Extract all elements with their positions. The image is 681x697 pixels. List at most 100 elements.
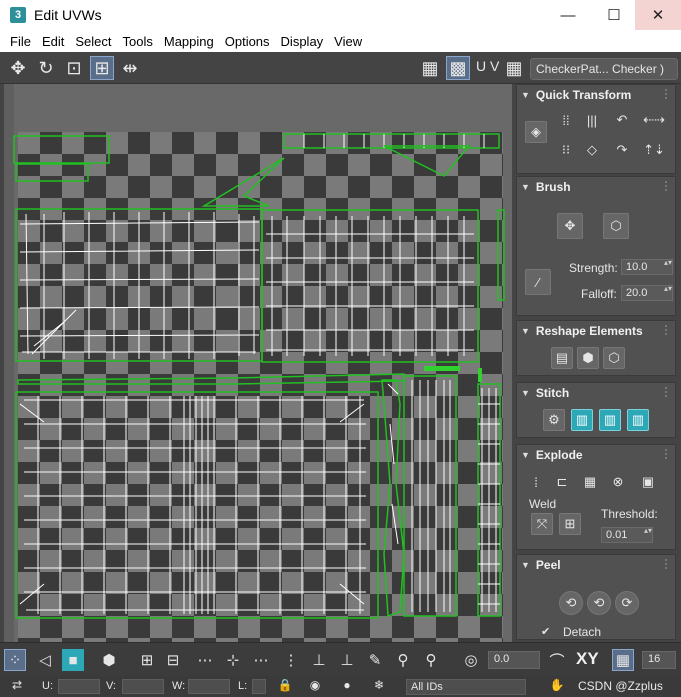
stitch-to-source-icon[interactable]: ▥: [571, 409, 593, 431]
loop-icon[interactable]: ⋮: [280, 649, 302, 671]
align-center-icon[interactable]: ◈: [525, 121, 547, 143]
mirror-icon[interactable]: ⇹: [118, 56, 142, 80]
space-vertical-arrows-icon[interactable]: ⇡⇣: [643, 139, 665, 161]
angle-field[interactable]: 0.0: [488, 651, 540, 669]
absolute-offset-icon[interactable]: ⇄: [8, 676, 26, 694]
lock-icon[interactable]: 🔒: [276, 676, 294, 694]
strength-spinner[interactable]: 10.0: [621, 259, 673, 275]
checker-grid-icon[interactable]: ▦: [418, 56, 442, 80]
freeform-mode-icon[interactable]: ⊞: [90, 56, 114, 80]
uv-island-top-left[interactable]: [13, 135, 110, 164]
menu-view[interactable]: View: [334, 34, 362, 49]
menu-tools[interactable]: Tools: [123, 34, 153, 49]
quick-peel-icon[interactable]: ⟲: [559, 591, 583, 615]
paint-select-grow-icon[interactable]: ⚲: [392, 649, 414, 671]
pan-hand-icon[interactable]: ✋: [548, 676, 566, 694]
grow-selection-icon[interactable]: ⊞: [136, 649, 158, 671]
rotate-icon[interactable]: ↻: [34, 56, 58, 80]
relax-until-flat-icon[interactable]: ⬡: [603, 347, 625, 369]
menu-select[interactable]: Select: [75, 34, 111, 49]
show-map-icon[interactable]: ▩: [446, 56, 470, 80]
element-select-icon[interactable]: ⬢: [98, 649, 120, 671]
flatten-by-material-icon[interactable]: ⊗: [607, 471, 629, 493]
stitch-custom-icon[interactable]: ⚙: [543, 409, 565, 431]
align-to-edge-icon[interactable]: ◇: [581, 139, 603, 161]
u-field[interactable]: [58, 679, 100, 694]
uv-island-sliver[interactable]: [201, 157, 285, 207]
flatten-by-smoothing-icon[interactable]: ▦: [579, 471, 601, 493]
uv-island-vertical-curve[interactable]: [381, 379, 405, 618]
uv-island-long-sliver[interactable]: [17, 373, 405, 385]
explode-header[interactable]: ▼ Explode: [517, 445, 675, 465]
stitch-to-target-icon[interactable]: ▥: [627, 409, 649, 431]
brush-line-icon[interactable]: ∕: [525, 269, 551, 295]
uv-island-triangle[interactable]: [383, 145, 471, 177]
align-vertical-icon[interactable]: ⁝⁝: [555, 139, 577, 161]
scale-icon[interactable]: ⊡: [62, 56, 86, 80]
reshape-header[interactable]: ▼ Reshape Elements: [517, 321, 675, 341]
uv-island-small-tick[interactable]: [478, 368, 482, 382]
relax-icon[interactable]: ⬢: [577, 347, 599, 369]
menu-file[interactable]: File: [10, 34, 31, 49]
straighten-icon[interactable]: ▤: [551, 347, 573, 369]
uv-viewport[interactable]: [4, 84, 512, 642]
space-horizontal-icon[interactable]: ⇠⇢: [643, 109, 665, 131]
ring-grow-icon[interactable]: ⊹: [222, 649, 244, 671]
uv-axis-label[interactable]: U V: [476, 58, 499, 74]
vertex-select-icon[interactable]: ⁘: [4, 649, 26, 671]
l-checkbox[interactable]: [252, 679, 266, 694]
ids-select[interactable]: All IDs: [406, 679, 526, 695]
detach-edge-icon[interactable]: ⊏: [551, 471, 573, 493]
map-settings-icon[interactable]: ▦: [502, 56, 526, 80]
face-select-icon[interactable]: ■: [62, 649, 84, 671]
menu-edit[interactable]: Edit: [42, 34, 64, 49]
hide-icon[interactable]: ◉: [306, 676, 324, 694]
detach-checkbox[interactable]: ✔: [541, 625, 550, 638]
soft-select-icon[interactable]: ◎: [460, 649, 482, 671]
relax-brush-icon[interactable]: ⬡: [603, 213, 629, 239]
shrink-selection-icon[interactable]: ⊟: [162, 649, 184, 671]
brush-header[interactable]: ▼ Brush: [517, 177, 675, 197]
grid-size-field[interactable]: 16: [642, 651, 676, 669]
curve-icon[interactable]: ⌒: [546, 649, 568, 671]
break-icon[interactable]: ⁞: [525, 471, 547, 493]
threshold-spinner[interactable]: 0.01: [601, 527, 653, 543]
show-all-icon[interactable]: ●: [338, 676, 356, 694]
peel-header[interactable]: ▼ Peel: [517, 555, 675, 575]
weld-selected-icon[interactable]: ⤧: [531, 513, 553, 535]
close-button[interactable]: ✕: [635, 0, 681, 30]
move-icon[interactable]: ✥: [6, 56, 30, 80]
w-field[interactable]: [188, 679, 230, 694]
stitch-header[interactable]: ▼ Stitch: [517, 383, 675, 403]
paint-select-shrink-icon[interactable]: ⚲: [420, 649, 442, 671]
falloff-spinner[interactable]: 20.0: [621, 285, 673, 301]
loop-shrink-icon[interactable]: ⊥: [336, 649, 358, 671]
minimize-button[interactable]: —: [545, 0, 591, 30]
peel-mode-icon[interactable]: ⟲: [587, 591, 611, 615]
v-field[interactable]: [122, 679, 164, 694]
texture-select[interactable]: CheckerPat... Checker ): [530, 58, 678, 80]
freeze-icon[interactable]: ❄: [370, 676, 388, 694]
rotate-ccw-icon[interactable]: ↶: [611, 109, 633, 131]
reset-peel-icon[interactable]: ⟳: [615, 591, 639, 615]
paint-select-icon[interactable]: ✎: [364, 649, 386, 671]
uv-island-upper-right[interactable]: [261, 209, 479, 363]
stitch-average-icon[interactable]: ▥: [599, 409, 621, 431]
uv-island-small-bar[interactable]: [424, 366, 460, 371]
uv-islands[interactable]: [4, 84, 512, 642]
flatten-icon[interactable]: ▣: [637, 471, 659, 493]
maximize-button[interactable]: ☐: [591, 0, 637, 30]
edge-select-icon[interactable]: ◁: [34, 649, 56, 671]
menu-display[interactable]: Display: [281, 34, 324, 49]
menu-options[interactable]: Options: [225, 34, 270, 49]
paint-move-icon[interactable]: ✥: [557, 213, 583, 239]
loop-grow-icon[interactable]: ⊥: [308, 649, 330, 671]
uv-island-strip[interactable]: [15, 163, 89, 182]
weld-all-icon[interactable]: ⊞: [559, 513, 581, 535]
ring-shrink-icon[interactable]: ⋯: [250, 649, 272, 671]
align-horizontal-icon[interactable]: ⁞⁞: [555, 109, 577, 131]
space-vertical-icon[interactable]: |||: [581, 109, 603, 131]
quick-transform-header[interactable]: ▼ Quick Transform: [517, 85, 675, 105]
rotate-cw-icon[interactable]: ↷: [611, 139, 633, 161]
ring-icon[interactable]: ⋯: [194, 649, 216, 671]
